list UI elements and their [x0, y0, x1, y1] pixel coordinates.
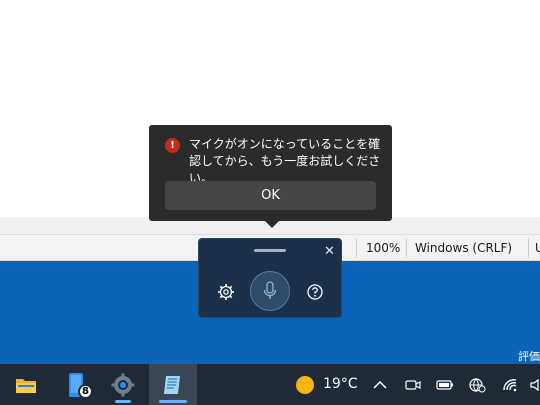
microphone-error-flyout: ! マイクがオンになっていることを確認してから、もう一度お試しください。 OK — [149, 125, 392, 221]
battery-icon — [436, 380, 453, 390]
chevron-up-icon — [373, 380, 387, 389]
encoding[interactable]: U — [535, 241, 540, 255]
drag-handle[interactable] — [254, 249, 286, 252]
error-icon: ! — [165, 138, 180, 153]
flyout-pointer — [264, 220, 280, 228]
show-hidden-icons-button[interactable] — [371, 376, 389, 394]
status-separator — [406, 238, 407, 258]
settings-app-button[interactable] — [105, 364, 141, 405]
folder-icon — [16, 378, 36, 393]
volume-tray-button[interactable] — [530, 376, 540, 394]
taskbar: 8 19°C — [0, 364, 540, 405]
ok-button[interactable]: OK — [165, 181, 376, 210]
weather-widget[interactable] — [290, 364, 320, 405]
error-message: マイクがオンになっていることを確認してから、もう一度お試しください。 — [189, 137, 381, 185]
wifi-tray-button[interactable] — [501, 376, 519, 394]
active-indicator — [159, 400, 187, 403]
speaker-icon — [530, 378, 539, 392]
wifi-icon — [503, 379, 517, 392]
file-explorer-button[interactable] — [8, 364, 44, 405]
desktop-watermark-text: 評価 — [518, 350, 540, 363]
notification-badge: 8 — [78, 384, 93, 399]
microphone-icon — [263, 281, 277, 299]
network-tray-button[interactable] — [468, 376, 486, 394]
running-indicator — [115, 400, 131, 403]
status-separator — [356, 238, 357, 258]
sun-icon — [296, 375, 314, 394]
question-circle-icon — [307, 284, 323, 300]
notepad-taskbar-button[interactable] — [149, 364, 197, 405]
line-ending[interactable]: Windows (CRLF) — [415, 241, 512, 255]
battery-tray-button[interactable] — [436, 376, 454, 394]
voice-typing-panel: ✕ — [198, 238, 342, 318]
microphone-button[interactable] — [250, 271, 290, 311]
phone-link-button[interactable]: 8 — [58, 364, 94, 405]
weather-temperature[interactable]: 19°C — [323, 376, 358, 392]
status-separator — [528, 238, 529, 258]
camera-icon — [405, 380, 421, 390]
close-button[interactable]: ✕ — [324, 244, 335, 259]
camera-tray-button[interactable] — [404, 376, 422, 394]
gear-icon — [218, 284, 234, 300]
voice-settings-button[interactable] — [217, 283, 235, 301]
globe-network-icon — [469, 378, 486, 393]
help-button[interactable] — [306, 283, 324, 301]
zoom-level[interactable]: 100% — [366, 241, 400, 255]
gear-icon — [111, 373, 135, 396]
notepad-icon — [164, 375, 180, 394]
